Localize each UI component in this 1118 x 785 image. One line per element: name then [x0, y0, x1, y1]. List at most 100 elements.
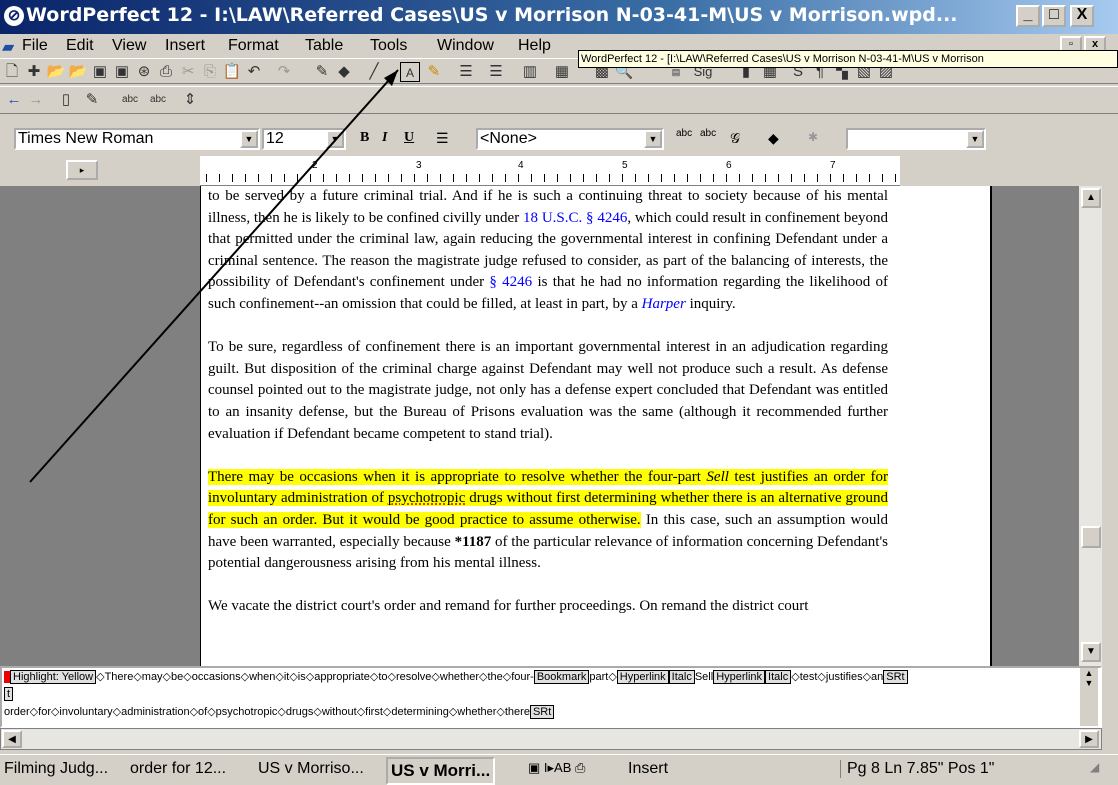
menu-edit[interactable]: Edit: [66, 37, 94, 55]
font-face-value: Times New Roman: [18, 130, 154, 147]
code-hyperlink[interactable]: Hyperlink: [616, 670, 669, 684]
document-icon[interactable]: ▰: [2, 37, 14, 57]
save-all-icon[interactable]: ▣: [112, 62, 132, 82]
undo-icon[interactable]: ↶: [244, 62, 264, 82]
menu-window[interactable]: Window: [437, 37, 494, 55]
chevron-down-icon[interactable]: ▼: [966, 130, 984, 148]
ruler-mark: 6: [726, 160, 732, 171]
close-button[interactable]: X: [1070, 5, 1094, 27]
bold-button[interactable]: B: [360, 130, 369, 146]
code-srt[interactable]: SRt: [883, 670, 908, 684]
table-icon[interactable]: ▦: [552, 62, 572, 82]
columns-icon[interactable]: ▥: [520, 62, 540, 82]
taskbar-doc-3[interactable]: US v Morriso...: [258, 760, 364, 778]
font-color-icon[interactable]: 𝒢: [730, 130, 740, 147]
scroll-thumb[interactable]: [1081, 526, 1101, 548]
taskbar-doc-2[interactable]: order for 12...: [130, 760, 226, 778]
open-folder-icon[interactable]: 📂: [46, 62, 66, 82]
justify-icon[interactable]: ☰: [436, 130, 449, 147]
tooltip: WordPerfect 12 - [I:\LAW\Referred Cases\…: [578, 50, 1118, 68]
italic-button[interactable]: I: [382, 130, 387, 146]
scroll-right-button[interactable]: ▶: [1079, 730, 1099, 748]
title-bar[interactable]: ⊘ WordPerfect 12 - I:\LAW\Referred Cases…: [0, 0, 1118, 34]
scroll-left-button[interactable]: ◀: [2, 730, 22, 748]
cut-icon[interactable]: ✂: [178, 62, 198, 82]
reveal-codes-panel[interactable]: Highlight: Yellow ◇There◇may◇be◇occasions…: [0, 666, 1102, 728]
save-icon[interactable]: ▣: [90, 62, 110, 82]
ruler-toggle-button[interactable]: ▸: [66, 160, 98, 180]
scroll-down-button[interactable]: ▼: [1081, 642, 1101, 662]
compare-next-button[interactable]: abc: [146, 90, 170, 110]
code-italic[interactable]: Italc: [668, 670, 695, 684]
menu-help[interactable]: Help: [518, 37, 551, 55]
ruler[interactable]: 2 3 4 5 6 7: [200, 156, 900, 186]
redo-icon[interactable]: ↷: [274, 62, 294, 82]
book-icon[interactable]: ▯: [56, 90, 76, 110]
compare-prev-button[interactable]: abc: [118, 90, 142, 110]
numbering-icon[interactable]: ☰: [486, 62, 506, 82]
reveal-scrollbar[interactable]: ▲ ▼: [1080, 668, 1098, 726]
line-icon[interactable]: ╱: [364, 62, 384, 82]
insert-mode[interactable]: Insert: [628, 760, 668, 778]
hyperlink[interactable]: § 4246: [489, 274, 532, 290]
style-value: <None>: [480, 130, 537, 147]
maximize-button[interactable]: □: [1042, 5, 1066, 27]
highlight-icon[interactable]: ✎: [424, 62, 444, 82]
underline-button[interactable]: U: [404, 130, 414, 146]
publish-icon[interactable]: ⊛: [134, 62, 154, 82]
scroll-up-button[interactable]: ▲: [1081, 188, 1101, 208]
forward-icon[interactable]: →: [26, 90, 46, 110]
fill-color-icon[interactable]: ◆: [768, 130, 779, 147]
back-icon[interactable]: ←: [4, 90, 24, 110]
app-icon[interactable]: ⊘: [4, 6, 24, 26]
compare-icon-2[interactable]: abc: [700, 128, 716, 139]
copy-icon[interactable]: ⎘: [200, 62, 220, 82]
shapes-icon[interactable]: ◆: [334, 62, 354, 82]
taskbar-doc-active[interactable]: US v Morri...: [386, 757, 496, 785]
code-bookmark[interactable]: Bookmark: [533, 670, 590, 684]
font-size-value: 12: [266, 130, 284, 147]
chevron-down-icon[interactable]: ▼: [644, 130, 662, 148]
marker-icon[interactable]: ✎: [82, 90, 102, 110]
minimize-button[interactable]: _: [1016, 5, 1040, 27]
code-italic[interactable]: Italc: [765, 670, 792, 684]
up-down-icon[interactable]: ⇕: [180, 90, 200, 110]
menu-view[interactable]: View: [112, 37, 146, 55]
paste-icon[interactable]: 📋: [222, 62, 242, 82]
hyperlink[interactable]: Harper: [642, 296, 686, 312]
shade-icon[interactable]: ✱: [808, 130, 818, 144]
menu-insert[interactable]: Insert: [165, 37, 205, 55]
code-srt[interactable]: SRt: [529, 705, 555, 719]
chevron-down-icon[interactable]: ▼: [326, 130, 344, 148]
horizontal-scrollbar[interactable]: ◀ ▶: [0, 728, 1102, 750]
new-template-icon[interactable]: ✚: [24, 62, 44, 82]
menu-file[interactable]: File: [22, 37, 48, 55]
font-face-select[interactable]: Times New Roman ▼: [14, 128, 260, 150]
vertical-scrollbar[interactable]: ▲ ▼: [1078, 186, 1102, 666]
document-page[interactable]: to be served by a future criminal trial.…: [200, 186, 992, 666]
code-highlight[interactable]: Highlight: Yellow: [10, 670, 97, 684]
document-text[interactable]: to be served by a future criminal trial.…: [208, 186, 889, 639]
open-icon[interactable]: 📂: [68, 62, 88, 82]
hyperlink[interactable]: 18 U.S.C. § 4246: [523, 210, 627, 226]
menu-tools[interactable]: Tools: [370, 37, 407, 55]
new-document-icon[interactable]: 🗋: [2, 62, 22, 82]
code-hyperlink[interactable]: Hyperlink: [713, 670, 766, 684]
style-select[interactable]: <None> ▼: [476, 128, 664, 150]
menu-format[interactable]: Format: [228, 37, 279, 55]
compare-icon[interactable]: abc: [676, 128, 692, 139]
ruler-mark: 7: [830, 160, 836, 171]
text-box-icon[interactable]: A: [400, 62, 420, 82]
font-size-select[interactable]: 12 ▼: [262, 128, 346, 150]
bullets-icon[interactable]: ☰: [456, 62, 476, 82]
chevron-down-icon[interactable]: ▼: [240, 130, 258, 148]
paragraph-3: There may be occasions when it is approp…: [208, 468, 889, 572]
draw-icon[interactable]: ✎: [312, 62, 332, 82]
print-icon[interactable]: ⎙: [156, 62, 176, 82]
paragraph-1: to be served by a future criminal trial.…: [208, 188, 888, 312]
resize-grip-icon[interactable]: ◢: [1090, 760, 1099, 774]
window-title: WordPerfect 12 - I:\LAW\Referred Cases\U…: [26, 4, 958, 26]
menu-table[interactable]: Table: [305, 37, 343, 55]
extra-select[interactable]: ▼: [846, 128, 986, 150]
taskbar-doc-1[interactable]: Filming Judg...: [4, 760, 108, 778]
